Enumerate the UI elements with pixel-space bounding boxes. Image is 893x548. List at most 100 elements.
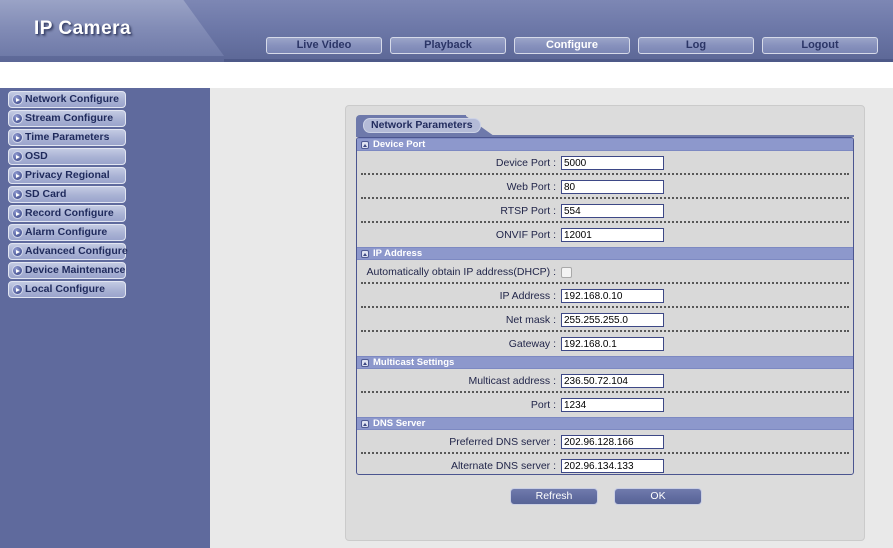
logo-slant-decoration <box>172 0 224 56</box>
sidebar-item-label: Privacy Regional <box>25 169 110 182</box>
sidebar-item-advanced-configure[interactable]: Advanced Configure <box>8 243 128 260</box>
sidebar-item-device-maintenance[interactable]: Device Maintenance <box>8 262 126 279</box>
tab-strip: Network Parameters <box>346 106 864 137</box>
form-row: Automatically obtain IP address(DHCP) : <box>357 260 853 284</box>
section-header-multicast-settings[interactable]: Multicast Settings <box>357 356 853 369</box>
app-header: IP Camera Live Video Playback Configure Log… <box>0 0 893 62</box>
page-title: IP Camera <box>34 18 132 39</box>
form-row: Multicast address : <box>357 369 853 393</box>
config-card: Network Parameters Device Port Device Por… <box>345 105 865 541</box>
nav-tab-live-video[interactable]: Live Video <box>266 37 382 54</box>
field-label: Gateway : <box>508 337 556 350</box>
arrow-circle-icon <box>12 246 23 257</box>
form-row: Gateway : <box>357 332 853 356</box>
arrow-circle-icon <box>12 151 23 162</box>
sidebar-item-label: SD Card <box>25 188 67 201</box>
collapse-icon <box>361 249 369 258</box>
form-row: Port : <box>357 393 853 417</box>
field-input[interactable] <box>561 180 664 194</box>
form-row: IP Address : <box>357 284 853 308</box>
nav-tab-log[interactable]: Log <box>638 37 754 54</box>
sidebar-item-network-configure[interactable]: Network Configure <box>8 91 126 108</box>
field-label: ONVIF Port : <box>495 228 556 241</box>
arrow-circle-icon <box>12 170 23 181</box>
ok-button[interactable]: OK <box>614 488 702 505</box>
section-title: Device Port <box>373 138 426 150</box>
field-input[interactable] <box>561 337 664 351</box>
sidebar-item-local-configure[interactable]: Local Configure <box>8 281 126 298</box>
form-row: Preferred DNS server : <box>357 430 853 454</box>
field-input[interactable] <box>561 204 664 218</box>
field-input[interactable] <box>561 313 664 327</box>
field-input[interactable] <box>561 156 664 170</box>
field-input[interactable] <box>561 459 664 473</box>
arrow-circle-icon <box>12 208 23 219</box>
field-input[interactable] <box>561 398 664 412</box>
arrow-circle-icon <box>12 113 23 124</box>
section-title: IP Address <box>373 247 423 259</box>
field-label: Preferred DNS server : <box>449 435 556 448</box>
arrow-circle-icon <box>12 265 23 276</box>
arrow-circle-icon <box>12 189 23 200</box>
field-input[interactable] <box>561 435 664 449</box>
arrow-circle-icon <box>12 227 23 238</box>
section-title: DNS Server <box>373 417 426 429</box>
collapse-icon <box>361 419 369 428</box>
field-label: IP Address : <box>499 289 556 302</box>
sidebar-item-record-configure[interactable]: Record Configure <box>8 205 126 222</box>
sidebar-item-privacy-regional[interactable]: Privacy Regional <box>8 167 126 184</box>
field-label: RTSP Port : <box>500 204 556 217</box>
sidebar-item-time-parameters[interactable]: Time Parameters <box>8 129 126 146</box>
section-header-dns-server[interactable]: DNS Server <box>357 417 853 430</box>
sidebar-item-label: Alarm Configure <box>25 226 108 239</box>
section-header-device-port[interactable]: Device Port <box>357 138 853 151</box>
collapse-icon <box>361 358 369 367</box>
sidebar-item-label: Time Parameters <box>25 131 110 144</box>
refresh-button[interactable]: Refresh <box>510 488 598 505</box>
sidebar-item-label: Advanced Configure <box>25 245 128 258</box>
sidebar-item-label: Local Configure <box>25 283 105 296</box>
sidebar-item-label: Record Configure <box>25 207 114 220</box>
nav-tab-playback[interactable]: Playback <box>390 37 506 54</box>
sidebar-item-sd-card[interactable]: SD Card <box>8 186 126 203</box>
arrow-circle-icon <box>12 94 23 105</box>
field-label: Alternate DNS server : <box>450 459 556 472</box>
field-label: Net mask : <box>505 313 556 326</box>
dhcp-checkbox[interactable] <box>561 266 572 278</box>
main-navigation: Live Video Playback Configure Log Logout <box>266 37 878 54</box>
field-label: Port : <box>530 398 556 411</box>
tab-network-parameters[interactable]: Network Parameters <box>363 118 481 133</box>
section-header-ip-address[interactable]: IP Address <box>357 247 853 260</box>
sidebar-item-label: Device Maintenance <box>25 264 126 277</box>
form-row: Device Port : <box>357 151 853 175</box>
form-row: Web Port : <box>357 175 853 199</box>
sidebar-item-osd[interactable]: OSD <box>8 148 126 165</box>
sidebar-item-label: OSD <box>25 150 48 163</box>
form-row: Net mask : <box>357 308 853 332</box>
arrow-circle-icon <box>12 284 23 295</box>
header-spacer <box>0 62 893 88</box>
field-input[interactable] <box>561 228 664 242</box>
sidebar-menu: Network Configure Stream Configure Time Pa… <box>0 88 210 548</box>
field-label: Multicast address : <box>468 374 556 387</box>
sidebar-item-stream-configure[interactable]: Stream Configure <box>8 110 126 127</box>
ip-camera-app: IP Camera Live Video Playback Configure Log… <box>0 0 893 548</box>
nav-tab-configure[interactable]: Configure <box>514 37 630 54</box>
section-title: Multicast Settings <box>373 356 455 368</box>
nav-tab-logout[interactable]: Logout <box>762 37 878 54</box>
form-actions: Refresh OK <box>346 488 866 505</box>
content-area: Network Parameters Device Port Device Por… <box>210 88 893 548</box>
field-input[interactable] <box>561 374 664 388</box>
arrow-circle-icon <box>12 132 23 143</box>
form-row: ONVIF Port : <box>357 223 853 247</box>
form-row: Alternate DNS server : <box>357 454 853 474</box>
network-parameters-form: Device Port Device Port : Web Port : RTSP P… <box>356 137 854 475</box>
field-label: Device Port : <box>495 156 556 169</box>
field-label: Web Port : <box>506 180 556 193</box>
sidebar-item-label: Network Configure <box>25 93 119 106</box>
form-row: RTSP Port : <box>357 199 853 223</box>
collapse-icon <box>361 140 369 149</box>
field-input[interactable] <box>561 289 664 303</box>
sidebar-item-label: Stream Configure <box>25 112 114 125</box>
sidebar-item-alarm-configure[interactable]: Alarm Configure <box>8 224 126 241</box>
